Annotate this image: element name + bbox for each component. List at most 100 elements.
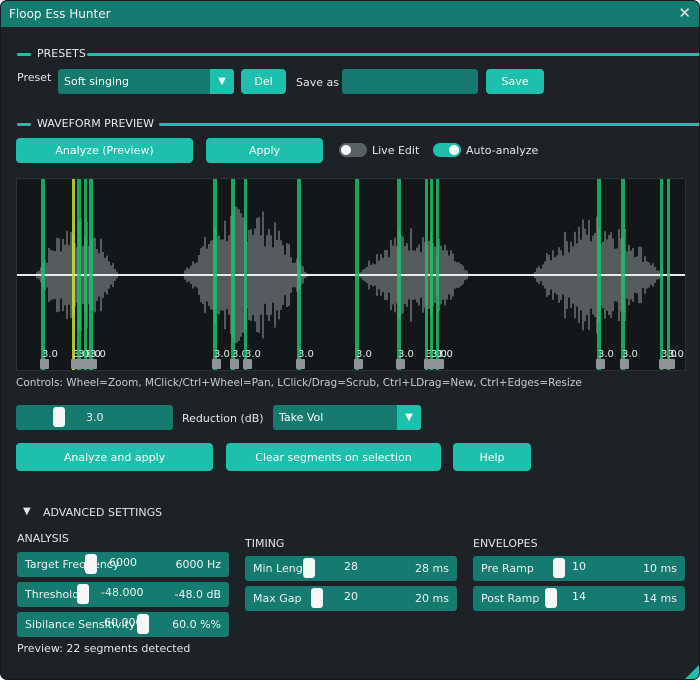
segment-handle[interactable] xyxy=(212,359,221,369)
target-frequency-slider[interactable]: Target Frequency 6000 6000 Hz xyxy=(17,552,229,577)
live-edit-label: Live Edit xyxy=(372,144,420,157)
analyze-preview-button[interactable]: Analyze (Preview) xyxy=(16,138,193,163)
segment-marker[interactable] xyxy=(660,179,663,370)
chevron-down-icon[interactable]: ▼ xyxy=(397,405,421,430)
main-window: Floop Ess Hunter ✕ PRESETS Preset Soft s… xyxy=(0,0,700,680)
segment-marker[interactable] xyxy=(244,179,247,370)
help-button[interactable]: Help xyxy=(453,443,531,471)
post-ramp-handle[interactable] xyxy=(545,588,557,608)
delete-preset-button[interactable]: Del xyxy=(241,69,286,94)
waveform-graphic[interactable]: 3.03.03.03.03.03.03.03.03.03.03.03.03.03… xyxy=(17,179,685,370)
max-gap-value: 20 xyxy=(344,590,358,603)
resize-grip-icon[interactable] xyxy=(685,665,699,679)
target-frequency-handle[interactable] xyxy=(85,554,97,574)
analyze-and-apply-button[interactable]: Analyze and apply xyxy=(16,443,213,471)
segment-handle[interactable] xyxy=(666,359,675,369)
pre-ramp-display: 10 ms xyxy=(643,562,677,575)
chevron-down-icon[interactable]: ▼ xyxy=(210,69,234,94)
threshold-slider[interactable]: Threshold -48.000 -48.0 dB xyxy=(17,582,229,607)
advanced-settings-header[interactable]: ADVANCED SETTINGS xyxy=(43,506,162,519)
segment-handle[interactable] xyxy=(296,359,305,369)
pre-ramp-slider[interactable]: Pre Ramp 10 10 ms xyxy=(473,556,685,581)
toggle-knob xyxy=(449,145,459,155)
threshold-handle[interactable] xyxy=(77,584,89,604)
segment-handle[interactable] xyxy=(596,359,605,369)
sibilance-sensitivity-value: 60.000 xyxy=(104,616,143,629)
controls-hint: Controls: Wheel=Zoom, MClick/Ctrl+Wheel=… xyxy=(16,377,582,389)
segment-handle[interactable] xyxy=(88,359,97,369)
segment-value-label: 3.0 xyxy=(214,349,230,360)
segment-marker[interactable] xyxy=(41,179,45,370)
pre-ramp-label: Pre Ramp xyxy=(481,562,534,575)
segment-marker[interactable] xyxy=(355,179,359,370)
preset-dropdown-value: Soft singing xyxy=(64,75,129,88)
section-divider xyxy=(159,123,699,126)
segment-marker[interactable] xyxy=(397,179,401,370)
max-gap-label: Max Gap xyxy=(253,592,302,605)
max-gap-handle[interactable] xyxy=(311,588,323,608)
segment-value-label: 3.0 xyxy=(298,349,314,360)
close-icon[interactable]: ✕ xyxy=(678,4,691,22)
segment-value-label: 3.0 xyxy=(598,349,614,360)
segment-marker[interactable] xyxy=(72,179,75,370)
clear-segments-button[interactable]: Clear segments on selection xyxy=(226,443,441,471)
preset-label: Preset xyxy=(17,71,52,84)
segment-handle[interactable] xyxy=(396,359,405,369)
segment-marker[interactable] xyxy=(297,179,301,370)
segment-marker[interactable] xyxy=(77,179,81,370)
save-as-input[interactable] xyxy=(342,69,478,94)
segment-marker[interactable] xyxy=(667,179,670,370)
target-frequency-value: 6000 xyxy=(109,556,137,569)
section-divider xyxy=(87,53,699,56)
post-ramp-slider[interactable]: Post Ramp 14 14 ms xyxy=(473,586,685,611)
segment-value-label: 3.0 xyxy=(245,349,261,360)
segment-value-label: 3.0 xyxy=(437,349,453,360)
auto-analyze-label: Auto-analyze xyxy=(466,144,539,157)
min-length-value: 28 xyxy=(344,560,358,573)
segment-marker[interactable] xyxy=(84,179,87,370)
segment-handle[interactable] xyxy=(40,359,49,369)
pre-ramp-handle[interactable] xyxy=(553,558,565,578)
segment-marker[interactable] xyxy=(231,179,235,370)
post-ramp-display: 14 ms xyxy=(643,592,677,605)
section-divider xyxy=(17,53,31,56)
segment-handle[interactable] xyxy=(435,359,444,369)
segment-handle[interactable] xyxy=(243,359,252,369)
timing-header: TIMING xyxy=(245,537,285,550)
post-ramp-label: Post Ramp xyxy=(481,592,540,605)
segment-handle[interactable] xyxy=(620,359,629,369)
preset-dropdown[interactable]: Soft singing ▼ xyxy=(58,69,234,94)
waveform-header-label: WAVEFORM PREVIEW xyxy=(37,117,155,130)
segment-marker[interactable] xyxy=(436,179,439,370)
post-ramp-value: 14 xyxy=(572,590,586,603)
reduction-mode-dropdown[interactable]: Take Vol ▼ xyxy=(273,405,421,430)
min-length-slider[interactable]: Min Length 28 28 ms xyxy=(245,556,457,581)
segment-marker[interactable] xyxy=(597,179,601,370)
segment-value-label: 3.0 xyxy=(668,349,684,360)
auto-analyze-toggle[interactable] xyxy=(433,143,461,157)
advanced-expander-icon[interactable]: ▼ xyxy=(23,506,31,517)
segment-handle[interactable] xyxy=(230,359,239,369)
max-gap-display: 20 ms xyxy=(415,592,449,605)
title-bar[interactable]: Floop Ess Hunter ✕ xyxy=(1,1,699,27)
reduction-slider[interactable]: 3.0 xyxy=(16,405,173,430)
min-length-handle[interactable] xyxy=(303,558,315,578)
segment-marker[interactable] xyxy=(621,179,625,370)
live-edit-toggle[interactable] xyxy=(339,143,367,157)
segment-marker[interactable] xyxy=(89,179,93,370)
waveform-view[interactable]: 3.03.03.03.03.03.03.03.03.03.03.03.03.03… xyxy=(16,178,686,371)
apply-button[interactable]: Apply xyxy=(206,138,323,163)
max-gap-slider[interactable]: Max Gap 20 20 ms xyxy=(245,586,457,611)
segment-marker[interactable] xyxy=(425,179,428,370)
envelopes-header: ENVELOPES xyxy=(473,537,538,550)
sibilance-sensitivity-slider[interactable]: Sibilance Sensitivity 60.000 60.0 %% xyxy=(17,612,229,637)
section-divider xyxy=(17,123,31,126)
segment-value-label: 3.0 xyxy=(622,349,638,360)
save-preset-button[interactable]: Save xyxy=(486,69,544,94)
status-text: Preview: 22 segments detected xyxy=(17,642,191,655)
segment-marker[interactable] xyxy=(430,179,433,370)
segment-value-label: 3.0 xyxy=(356,349,372,360)
segment-handle[interactable] xyxy=(354,359,363,369)
reduction-slider-handle[interactable] xyxy=(53,407,65,427)
segment-marker[interactable] xyxy=(213,179,217,370)
